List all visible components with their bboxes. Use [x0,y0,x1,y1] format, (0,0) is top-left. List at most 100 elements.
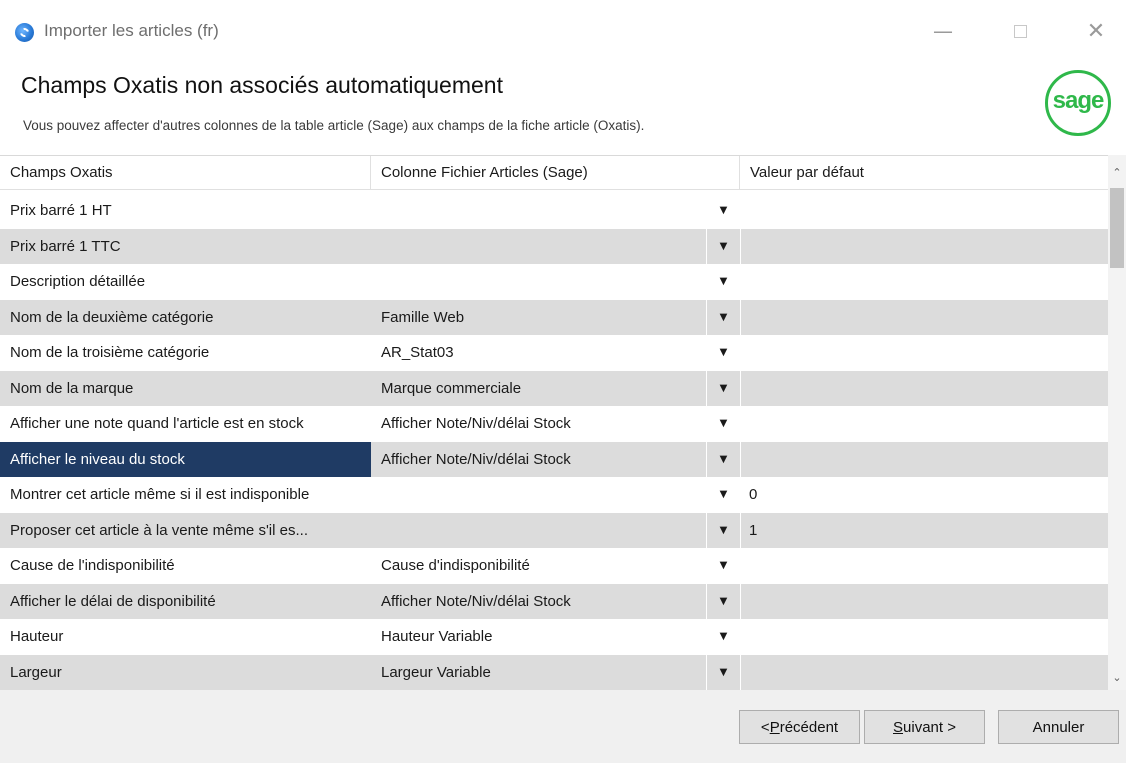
oxatis-field-cell[interactable]: Nom de la troisième catégorie [0,335,371,371]
dropdown-arrow-icon[interactable]: ▼ [706,441,740,477]
default-value-input[interactable] [740,193,1108,229]
default-value-input[interactable] [740,548,1108,584]
table-row[interactable]: Description détaillée ▼ [0,264,1108,300]
column-header-oxatis[interactable]: Champs Oxatis [0,156,371,189]
default-value-input[interactable]: 1 [740,512,1108,548]
sage-column-select[interactable] [371,193,706,229]
oxatis-field-cell[interactable]: Proposer cet article à la vente même s'i… [0,512,371,548]
oxatis-field-cell[interactable]: Description détaillée [0,264,371,300]
table-row[interactable]: Nom de la deuxième catégorie Famille Web ▼ [0,299,1108,335]
sage-column-select[interactable]: Afficher Note/Niv/délai Stock [371,441,706,477]
column-header-sage[interactable]: Colonne Fichier Articles (Sage) [371,156,740,189]
default-value-input[interactable] [740,441,1108,477]
default-value-input[interactable] [740,406,1108,442]
grid-header: Champs Oxatis Colonne Fichier Articles (… [0,156,1108,190]
oxatis-field-cell[interactable]: Nom de la deuxième catégorie [0,299,371,335]
sage-column-select[interactable]: AR_Stat03 [371,335,706,371]
dropdown-arrow-icon[interactable]: ▼ [706,335,740,371]
default-value-input[interactable] [740,654,1108,690]
oxatis-field-cell[interactable]: Cause de l'indisponibilité [0,548,371,584]
default-value-input[interactable] [740,335,1108,371]
close-button[interactable]: ✕ [1076,14,1116,48]
oxatis-field-cell[interactable]: Prix barré 1 HT [0,193,371,229]
sage-column-select[interactable] [371,264,706,300]
table-row[interactable]: Largeur Largeur Variable ▼ [0,654,1108,690]
table-row[interactable]: Nom de la troisième catégorie AR_Stat03 ▼ [0,335,1108,371]
table-row[interactable]: Prix barré 1 HT ▼ [0,193,1108,229]
sage-logo-text: sage [1052,87,1105,114]
sage-column-select[interactable]: Cause d'indisponibilité [371,548,706,584]
table-row[interactable]: Cause de l'indisponibilité Cause d'indisp… [0,548,1108,584]
cancel-button[interactable]: Annuler [998,710,1119,744]
app-icon [15,23,34,42]
dropdown-arrow-icon[interactable]: ▼ [706,477,740,513]
previous-mnemonic: P [769,718,780,736]
default-value-input[interactable] [740,370,1108,406]
oxatis-field-cell[interactable]: Largeur [0,654,371,690]
table-row[interactable]: Prix barré 1 TTC ▼ [0,228,1108,264]
default-value-input[interactable]: 0 [740,477,1108,513]
page-title: Champs Oxatis non associés automatiqueme… [21,72,503,98]
next-button[interactable]: Suivant > [864,710,985,744]
table-row[interactable]: Nom de la marque Marque commerciale ▼ [0,370,1108,406]
table-row[interactable]: Afficher le délai de disponibilité Affich… [0,583,1108,619]
sage-column-select[interactable] [371,512,706,548]
previous-prefix: < [760,718,770,736]
dropdown-arrow-icon[interactable]: ▼ [706,299,740,335]
default-value-input[interactable] [740,619,1108,655]
maximize-button[interactable] [1000,14,1040,48]
sage-column-select[interactable] [371,477,706,513]
oxatis-field-cell[interactable]: Hauteur [0,619,371,655]
scroll-up-icon[interactable]: ⌃ [1108,163,1126,181]
table-row[interactable]: Montrer cet article même si il est indis… [0,477,1108,513]
sage-column-select[interactable]: Largeur Variable [371,654,706,690]
table-row[interactable]: Proposer cet article à la vente même s'i… [0,512,1108,548]
oxatis-field-cell[interactable]: Afficher une note quand l'article est en… [0,406,371,442]
title-bar: Importer les articles (fr) — ✕ [0,0,1126,62]
dropdown-arrow-icon[interactable]: ▼ [706,654,740,690]
vertical-scrollbar[interactable]: ⌃ ⌄ [1108,155,1126,690]
default-value-input[interactable] [740,583,1108,619]
table-row[interactable]: Afficher une note quand l'article est en… [0,406,1108,442]
button-bar: < Précédent Suivant > Annuler [0,690,1126,763]
grid-rows: Prix barré 1 HT ▼ Prix barré 1 TTC ▼ Descrip… [0,193,1108,690]
sage-column-select[interactable]: Afficher Note/Niv/délai Stock [371,583,706,619]
default-value-input[interactable] [740,228,1108,264]
default-value-input[interactable] [740,264,1108,300]
scrollbar-thumb[interactable] [1110,188,1124,268]
sage-column-select[interactable]: Marque commerciale [371,370,706,406]
table-row[interactable]: Afficher le niveau du stock Afficher Note… [0,441,1108,477]
sage-column-select[interactable]: Hauteur Variable [371,619,706,655]
oxatis-field-cell[interactable]: Nom de la marque [0,370,371,406]
next-mnemonic: S [893,718,904,736]
dropdown-arrow-icon[interactable]: ▼ [706,548,740,584]
sage-column-select[interactable]: Afficher Note/Niv/délai Stock [371,406,706,442]
sage-logo: sage [1045,70,1111,136]
sage-column-select[interactable]: Famille Web [371,299,706,335]
previous-label: récédent [779,718,839,736]
dropdown-arrow-icon[interactable]: ▼ [706,264,740,300]
dropdown-arrow-icon[interactable]: ▼ [706,193,740,229]
oxatis-field-cell[interactable]: Prix barré 1 TTC [0,228,371,264]
oxatis-field-cell[interactable]: Montrer cet article même si il est indis… [0,477,371,513]
dropdown-arrow-icon[interactable]: ▼ [706,619,740,655]
table-row[interactable]: Hauteur Hauteur Variable ▼ [0,619,1108,655]
page-subtitle: Vous pouvez affecter d'autres colonnes d… [23,118,645,133]
next-label: uivant > [903,718,956,736]
dropdown-arrow-icon[interactable]: ▼ [706,406,740,442]
dropdown-arrow-icon[interactable]: ▼ [706,583,740,619]
window-title: Importer les articles (fr) [44,21,219,40]
dropdown-arrow-icon[interactable]: ▼ [706,228,740,264]
default-value-input[interactable] [740,299,1108,335]
scroll-down-icon[interactable]: ⌄ [1108,668,1126,686]
dropdown-arrow-icon[interactable]: ▼ [706,512,740,548]
previous-button[interactable]: < Précédent [739,710,860,744]
sage-column-select[interactable] [371,228,706,264]
maximize-icon [1013,24,1027,38]
mapping-grid: Champs Oxatis Colonne Fichier Articles (… [0,155,1108,691]
oxatis-field-cell[interactable]: Afficher le niveau du stock [0,441,371,477]
dropdown-arrow-icon[interactable]: ▼ [706,370,740,406]
column-header-default[interactable]: Valeur par défaut [740,156,1108,189]
oxatis-field-cell[interactable]: Afficher le délai de disponibilité [0,583,371,619]
minimize-button[interactable]: — [923,14,963,48]
